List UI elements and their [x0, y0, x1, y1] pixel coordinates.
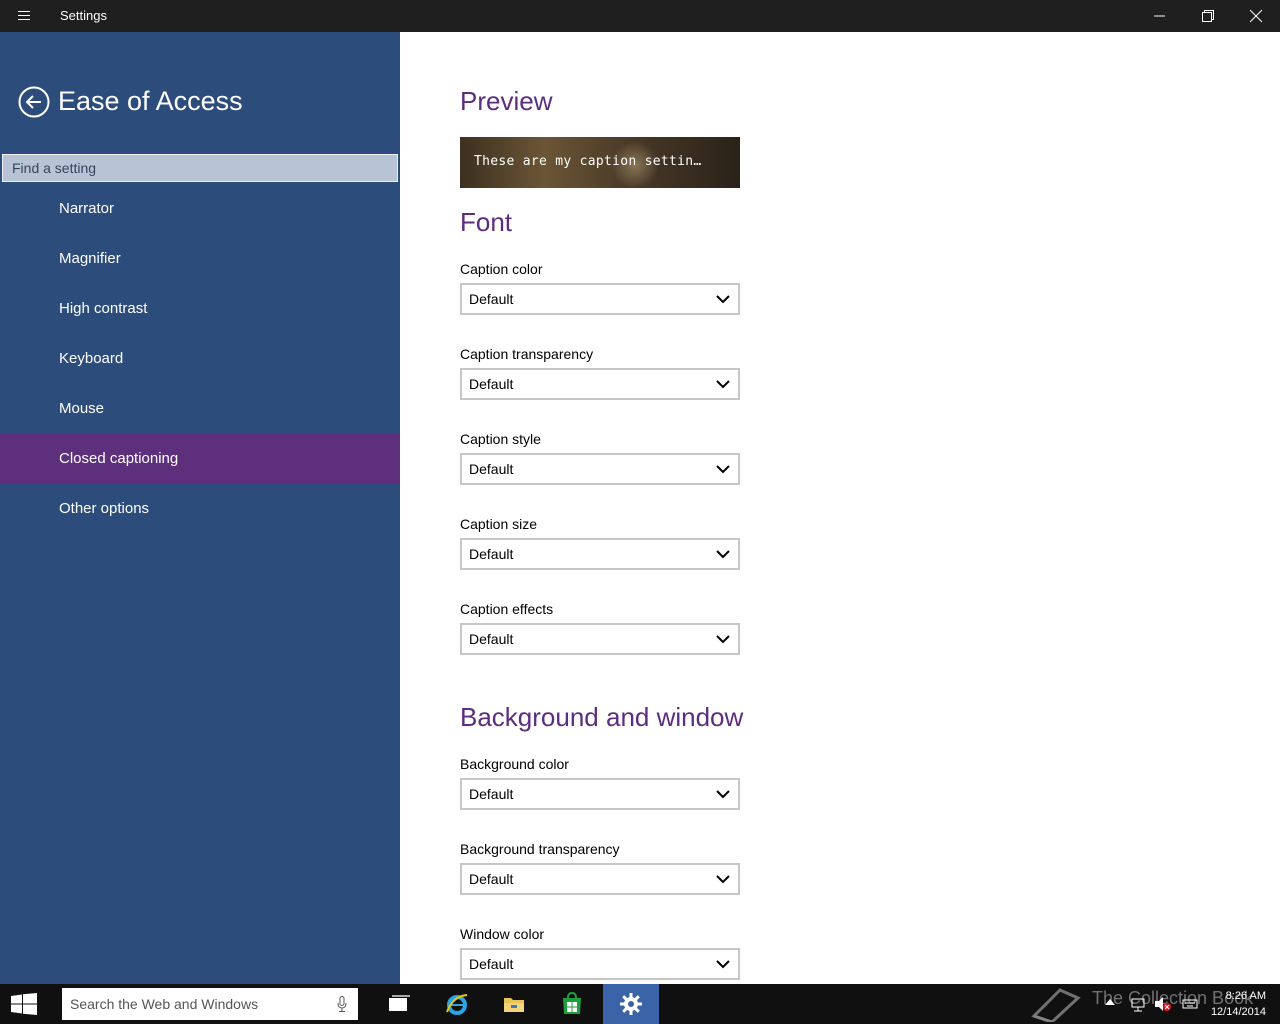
- caption-effects-dropdown[interactable]: Default: [460, 623, 740, 655]
- window-color-label: Window color: [460, 926, 545, 942]
- preview-heading: Preview: [460, 86, 553, 116]
- chevron-down-icon: [716, 635, 730, 644]
- keyboard-icon[interactable]: [1182, 996, 1198, 1012]
- background-window-heading: Background and window: [460, 702, 744, 732]
- sidebar-item-other-options[interactable]: Other options: [0, 484, 400, 534]
- background-transparency-dropdown[interactable]: Default: [460, 863, 740, 895]
- clock-time: 8:26 AM: [1225, 990, 1266, 1002]
- file-explorer-button[interactable]: [486, 984, 542, 1024]
- dropdown-value: Default: [469, 956, 514, 972]
- network-icon[interactable]: [1130, 996, 1146, 1012]
- chevron-down-icon: [716, 960, 730, 969]
- section-title: Ease of Access: [58, 86, 243, 116]
- window-color-dropdown[interactable]: Default: [460, 948, 740, 980]
- start-button[interactable]: [0, 984, 48, 1024]
- store-button[interactable]: [544, 984, 600, 1024]
- sidebar-item-narrator[interactable]: Narrator: [0, 184, 400, 234]
- dropdown-value: Default: [469, 631, 514, 647]
- folder-icon: [504, 998, 524, 1012]
- windows-logo-icon: [11, 993, 37, 1015]
- caption-size-label: Caption size: [460, 516, 538, 532]
- caption-transparency-label: Caption transparency: [460, 346, 594, 362]
- taskbar: Search the Web and Windows The Collectio…: [0, 984, 1280, 1024]
- sidebar-item-magnifier[interactable]: Magnifier: [0, 234, 400, 284]
- close-button[interactable]: [1232, 0, 1280, 32]
- minimize-button[interactable]: [1136, 0, 1184, 32]
- chevron-down-icon: [716, 875, 730, 884]
- caption-color-label: Caption color: [460, 261, 543, 277]
- taskbar-search-input[interactable]: Search the Web and Windows: [62, 988, 358, 1020]
- chevron-down-icon: [716, 790, 730, 799]
- chevron-down-icon: [716, 295, 730, 304]
- background-transparency-label: Background transparency: [460, 841, 620, 857]
- nav-list: Narrator Magnifier High contrast Keyboar…: [0, 184, 400, 534]
- chevron-down-icon: [716, 550, 730, 559]
- caption-effects-label: Caption effects: [460, 601, 554, 617]
- dropdown-value: Default: [469, 546, 514, 562]
- sidebar-item-mouse[interactable]: Mouse: [0, 384, 400, 434]
- microphone-icon: [337, 996, 347, 1012]
- caption-transparency-dropdown[interactable]: Default: [460, 368, 740, 400]
- clock[interactable]: 8:26 AM 12/14/2014: [1211, 988, 1266, 1020]
- taskbar-search-placeholder: Search the Web and Windows: [70, 996, 259, 1012]
- task-view-button[interactable]: [371, 984, 427, 1024]
- dropdown-value: Default: [469, 786, 514, 802]
- sidebar: Ease of Access Find a setting Narrator M…: [0, 32, 400, 984]
- internet-explorer-button[interactable]: [429, 984, 485, 1024]
- caption-color-dropdown[interactable]: Default: [460, 283, 740, 315]
- background-color-dropdown[interactable]: Default: [460, 778, 740, 810]
- title-bar: Settings: [0, 0, 1280, 32]
- volume-muted-icon[interactable]: [1154, 996, 1172, 1012]
- caption-size-dropdown[interactable]: Default: [460, 538, 740, 570]
- clock-date: 12/14/2014: [1210, 1006, 1266, 1018]
- app-title: Settings: [60, 8, 107, 23]
- background-color-label: Background color: [460, 756, 569, 772]
- restore-button[interactable]: [1184, 0, 1232, 32]
- internet-explorer-icon: [446, 994, 468, 1015]
- caption-style-dropdown[interactable]: Default: [460, 453, 740, 485]
- dropdown-value: Default: [469, 376, 514, 392]
- back-button[interactable]: [18, 86, 50, 118]
- settings-taskbar-button[interactable]: [603, 984, 659, 1024]
- gear-icon: [620, 993, 642, 1015]
- dropdown-value: Default: [469, 871, 514, 887]
- close-icon: [1250, 10, 1262, 22]
- dropdown-value: Default: [469, 461, 514, 477]
- chevron-down-icon: [716, 465, 730, 474]
- preview-caption-text: These are my caption settin…: [474, 154, 702, 169]
- hamburger-menu-icon[interactable]: [12, 8, 36, 24]
- restore-icon: [1202, 10, 1214, 22]
- sidebar-item-keyboard[interactable]: Keyboard: [0, 334, 400, 384]
- font-heading: Font: [460, 207, 513, 237]
- sidebar-item-high-contrast[interactable]: High contrast: [0, 284, 400, 334]
- task-view-icon: [389, 995, 410, 1011]
- store-icon: [563, 992, 581, 1014]
- book-watermark-icon: [1031, 988, 1081, 1022]
- chevron-down-icon: [716, 380, 730, 389]
- main-content: Preview These are my caption settin… Fon…: [400, 32, 1280, 984]
- sidebar-item-closed-captioning[interactable]: Closed captioning: [0, 434, 400, 484]
- minimize-icon: [1154, 15, 1165, 17]
- chevron-up-icon[interactable]: [1104, 996, 1116, 1008]
- caption-style-label: Caption style: [460, 431, 541, 447]
- back-arrow-icon: [18, 86, 50, 118]
- dropdown-value: Default: [469, 291, 514, 307]
- find-setting-input[interactable]: Find a setting: [2, 154, 398, 182]
- caption-preview: These are my caption settin…: [460, 137, 740, 188]
